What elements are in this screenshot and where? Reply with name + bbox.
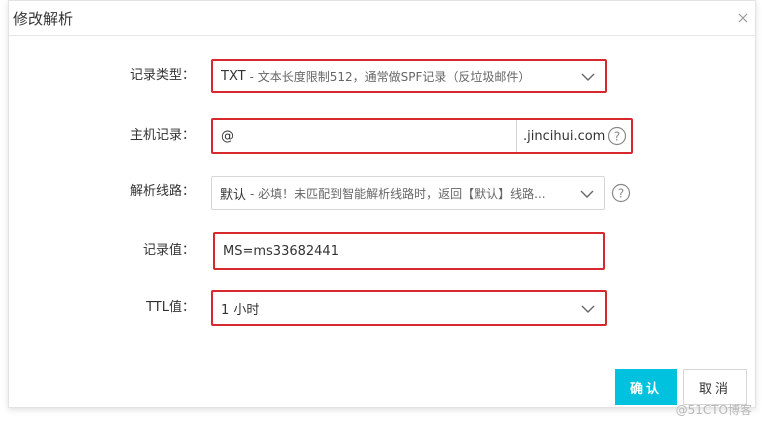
host-record-label: 主机记录： [129,128,195,143]
edit-dns-dialog: 修改解析 记录类型： TXT - 文本长度限制512，通常做SPF记录（反垃圾邮… [8,0,756,408]
chevron-down-icon [580,188,594,198]
ttl-select[interactable]: 1 小时 [211,290,607,326]
host-record-group: .jincihui.com ? [211,118,633,154]
record-type-hint: - 文本长度限制512，通常做SPF记录（反垃圾邮件） [249,69,531,84]
close-icon[interactable] [735,10,751,26]
record-type-select[interactable]: TXT - 文本长度限制512，通常做SPF记录（反垃圾邮件） [211,59,607,93]
host-record-input-wrap [213,120,517,152]
svg-text:?: ? [614,130,620,144]
dialog-header: 修改解析 [9,1,755,36]
host-record-input[interactable] [213,120,516,152]
svg-text:?: ? [618,187,624,201]
chevron-down-icon [581,71,595,81]
record-value-label: 记录值： [142,243,195,258]
line-value: 默认 [220,187,247,203]
record-type-value: TXT [221,68,246,84]
line-help-icon[interactable]: ? [611,183,631,203]
ttl-label: TTL值： [146,300,195,315]
record-type-label: 记录类型： [129,68,195,83]
dialog-title: 修改解析 [13,10,74,28]
line-select[interactable]: 默认 - 必填！未匹配到智能解析线路时，返回【默认】线路... [211,176,605,210]
chevron-down-icon [581,303,595,313]
record-value-field [213,232,605,270]
line-label: 解析线路： [129,184,195,199]
record-value-input[interactable] [215,234,603,268]
watermark: @51CTO博客 [675,403,752,417]
help-icon[interactable]: ? [607,126,627,146]
ttl-value: 1 小时 [221,302,260,318]
line-hint: - 必填！未匹配到智能解析线路时，返回【默认】线路... [250,186,546,201]
domain-suffix: .jincihui.com [523,128,606,144]
confirm-button[interactable]: 确认 [615,369,677,405]
cancel-button[interactable]: 取消 [683,369,747,405]
